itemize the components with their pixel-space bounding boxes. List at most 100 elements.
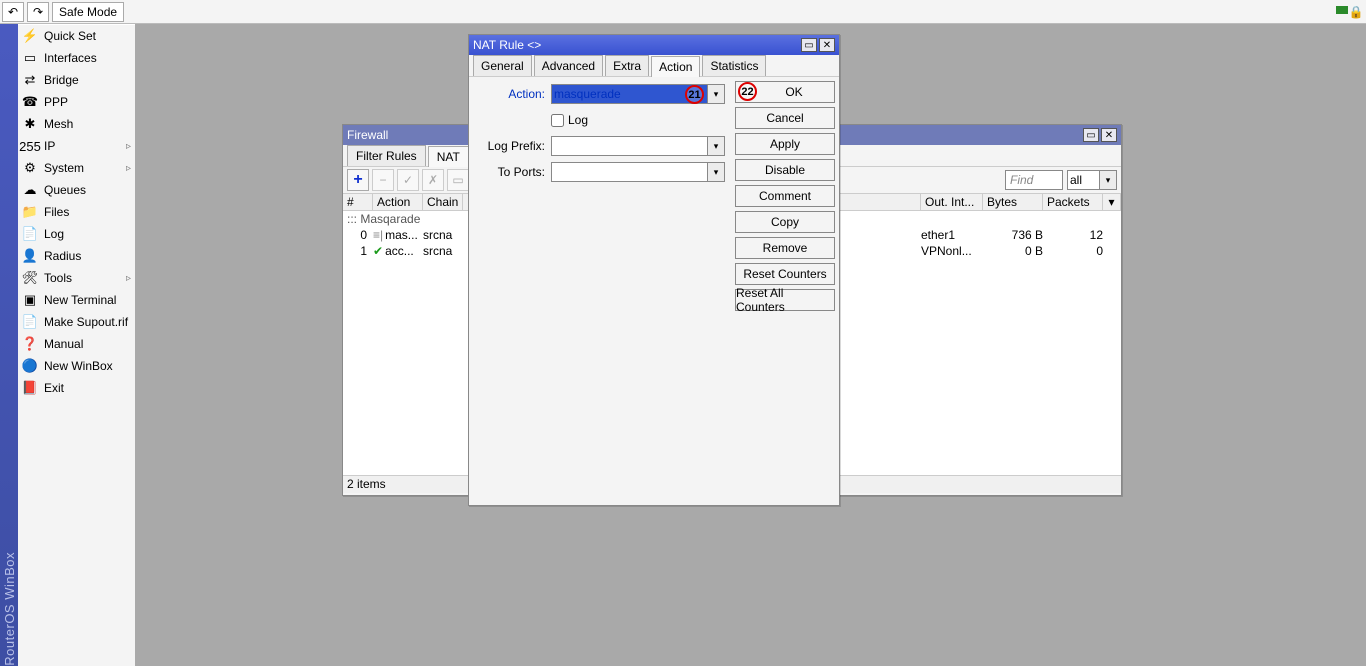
safe-mode-button[interactable]: Safe Mode bbox=[52, 2, 124, 22]
natrule-tabs: General Advanced Extra Action Statistics bbox=[469, 55, 839, 77]
sidebar-item-label: Radius bbox=[44, 249, 81, 263]
log-checkbox[interactable] bbox=[551, 114, 564, 127]
sidebar-item-exit[interactable]: 📕 Exit bbox=[18, 377, 135, 399]
sidebar-item-label: New WinBox bbox=[44, 359, 113, 373]
reset-all-counters-button[interactable]: Reset All Counters bbox=[735, 289, 835, 311]
sidebar: ⚡Quick Set▭Interfaces⇄Bridge☎PPP✱Mesh255… bbox=[18, 24, 135, 666]
copy-button[interactable]: Copy bbox=[735, 211, 835, 233]
sidebar-item-files[interactable]: 📁 Files bbox=[18, 201, 135, 223]
menu-icon: 📕 bbox=[22, 380, 38, 396]
sidebar-item-ppp[interactable]: ☎PPP bbox=[18, 91, 135, 113]
chevron-down-icon[interactable]: ▾ bbox=[1099, 170, 1117, 190]
sidebar-item-queues[interactable]: ☁ Queues bbox=[18, 179, 135, 201]
sidebar-item-tools[interactable]: 🛠Tools▹ bbox=[18, 267, 135, 289]
table-row[interactable]: VPNonl...0 B0 bbox=[921, 243, 1103, 259]
menu-icon: ⇄ bbox=[22, 72, 38, 88]
menu-icon: 📄 bbox=[22, 314, 38, 330]
chevron-down-icon[interactable]: ▾ bbox=[707, 84, 725, 104]
tab-nat[interactable]: NAT bbox=[428, 146, 469, 167]
find-input[interactable]: Find bbox=[1005, 170, 1063, 190]
table-row[interactable]: ether1736 B12 bbox=[921, 227, 1103, 243]
reset-counters-button[interactable]: Reset Counters bbox=[735, 263, 835, 285]
redo-button[interactable]: ↷ bbox=[27, 2, 49, 22]
menu-icon: ⚡ bbox=[22, 28, 38, 44]
sidebar-item-label: Files bbox=[44, 205, 69, 219]
column-menu-icon[interactable]: ▾ bbox=[1103, 194, 1121, 210]
remove-button[interactable]: − bbox=[372, 169, 394, 191]
menu-icon: ⚙ bbox=[22, 160, 38, 176]
remove-button[interactable]: Remove bbox=[735, 237, 835, 259]
natrule-titlebar[interactable]: NAT Rule <> ▭ ✕ bbox=[469, 35, 839, 55]
sidebar-item-label: Log bbox=[44, 227, 64, 241]
lock-icon: 🔒 bbox=[1350, 6, 1362, 18]
firewall-title: Firewall bbox=[347, 128, 388, 142]
app-title: RouterOS WinBox bbox=[2, 544, 17, 666]
add-button[interactable]: + bbox=[347, 169, 369, 191]
minimize-icon[interactable]: ▭ bbox=[801, 38, 817, 52]
sidebar-item-quick-set[interactable]: ⚡ Quick Set bbox=[18, 25, 135, 47]
natrule-title: NAT Rule <> bbox=[473, 38, 541, 52]
ok-button[interactable]: 22OK bbox=[735, 81, 835, 103]
menu-icon: ✱ bbox=[22, 116, 38, 132]
sidebar-item-new-winbox[interactable]: 🔵 New WinBox bbox=[18, 355, 135, 377]
log-prefix-input[interactable]: ▾ bbox=[551, 136, 725, 156]
chevron-down-icon[interactable]: ▾ bbox=[707, 136, 725, 156]
sidebar-item-system[interactable]: ⚙ System ▹ bbox=[18, 157, 135, 179]
action-label: Action: bbox=[475, 87, 551, 101]
sidebar-item-label: Exit bbox=[44, 381, 64, 395]
sidebar-item-label: IP bbox=[44, 139, 55, 153]
log-prefix-label: Log Prefix: bbox=[475, 139, 551, 153]
sidebar-item-manual[interactable]: ❓ Manual bbox=[18, 333, 135, 355]
apply-button[interactable]: Apply bbox=[735, 133, 835, 155]
sidebar-item-mesh[interactable]: ✱ Mesh bbox=[18, 113, 135, 135]
tab-advanced[interactable]: Advanced bbox=[534, 55, 603, 76]
sidebar-item-label: System bbox=[44, 161, 84, 175]
close-icon[interactable]: ✕ bbox=[819, 38, 835, 52]
chevron-down-icon[interactable]: ▾ bbox=[707, 162, 725, 182]
sidebar-item-log[interactable]: 📄Log bbox=[18, 223, 135, 245]
submenu-icon: ▹ bbox=[126, 163, 131, 174]
menu-icon: ☁ bbox=[22, 182, 38, 198]
menu-icon: ❓ bbox=[22, 336, 38, 352]
menu-icon: ▣ bbox=[22, 292, 38, 308]
sidebar-item-new-terminal[interactable]: ▣New Terminal bbox=[18, 289, 135, 311]
enable-button[interactable]: ✓ bbox=[397, 169, 419, 191]
cancel-button[interactable]: Cancel bbox=[735, 107, 835, 129]
tab-action[interactable]: Action bbox=[651, 56, 700, 77]
sidebar-item-radius[interactable]: 👤 Radius bbox=[18, 245, 135, 267]
sidebar-item-label: Interfaces bbox=[44, 51, 97, 65]
undo-button[interactable]: ↶ bbox=[2, 2, 24, 22]
to-ports-label: To Ports: bbox=[475, 165, 551, 179]
disable-button[interactable]: Disable bbox=[735, 159, 835, 181]
to-ports-input[interactable]: ▾ bbox=[551, 162, 725, 182]
sidebar-item-label: Tools bbox=[44, 271, 72, 285]
tab-statistics[interactable]: Statistics bbox=[702, 55, 766, 76]
disable-button[interactable]: ✗ bbox=[422, 169, 444, 191]
natrule-form: Action: masquerade 21 ▾ Log Log Prefix: … bbox=[471, 77, 731, 503]
top-toolbar: ↶ ↷ Safe Mode 🔒 bbox=[0, 0, 1366, 24]
natrule-button-column: 22OK Cancel Apply Disable Comment Copy Remove R… bbox=[731, 77, 837, 503]
close-icon[interactable]: ✕ bbox=[1101, 128, 1117, 142]
sidebar-item-label: Quick Set bbox=[44, 29, 96, 43]
tab-general[interactable]: General bbox=[473, 55, 532, 76]
menu-icon: 👤 bbox=[22, 248, 38, 264]
sidebar-item-bridge[interactable]: ⇄Bridge bbox=[18, 69, 135, 91]
comment-button[interactable]: Comment bbox=[735, 185, 835, 207]
comment-button[interactable]: ▭ bbox=[447, 169, 469, 191]
filter-combo[interactable]: all ▾ bbox=[1067, 170, 1117, 190]
minimize-icon[interactable]: ▭ bbox=[1083, 128, 1099, 142]
tab-extra[interactable]: Extra bbox=[605, 55, 649, 76]
menu-icon: 🔵 bbox=[22, 358, 38, 374]
sidebar-item-ip[interactable]: 255IP▹ bbox=[18, 135, 135, 157]
sidebar-item-make-supout-rif[interactable]: 📄Make Supout.rif bbox=[18, 311, 135, 333]
status-indicator-icon bbox=[1336, 6, 1348, 14]
sidebar-item-label: Queues bbox=[44, 183, 86, 197]
workspace: Firewall ▭ ✕ Filter Rules NAT Man + − ✓ … bbox=[135, 24, 1366, 666]
submenu-icon: ▹ bbox=[126, 141, 131, 152]
sidebar-item-label: Manual bbox=[44, 337, 83, 351]
tab-filter-rules[interactable]: Filter Rules bbox=[347, 145, 426, 166]
menu-icon: 📁 bbox=[22, 204, 38, 220]
action-combo[interactable]: masquerade 21 ▾ bbox=[551, 84, 725, 104]
sidebar-item-label: Mesh bbox=[44, 117, 73, 131]
sidebar-item-interfaces[interactable]: ▭Interfaces bbox=[18, 47, 135, 69]
